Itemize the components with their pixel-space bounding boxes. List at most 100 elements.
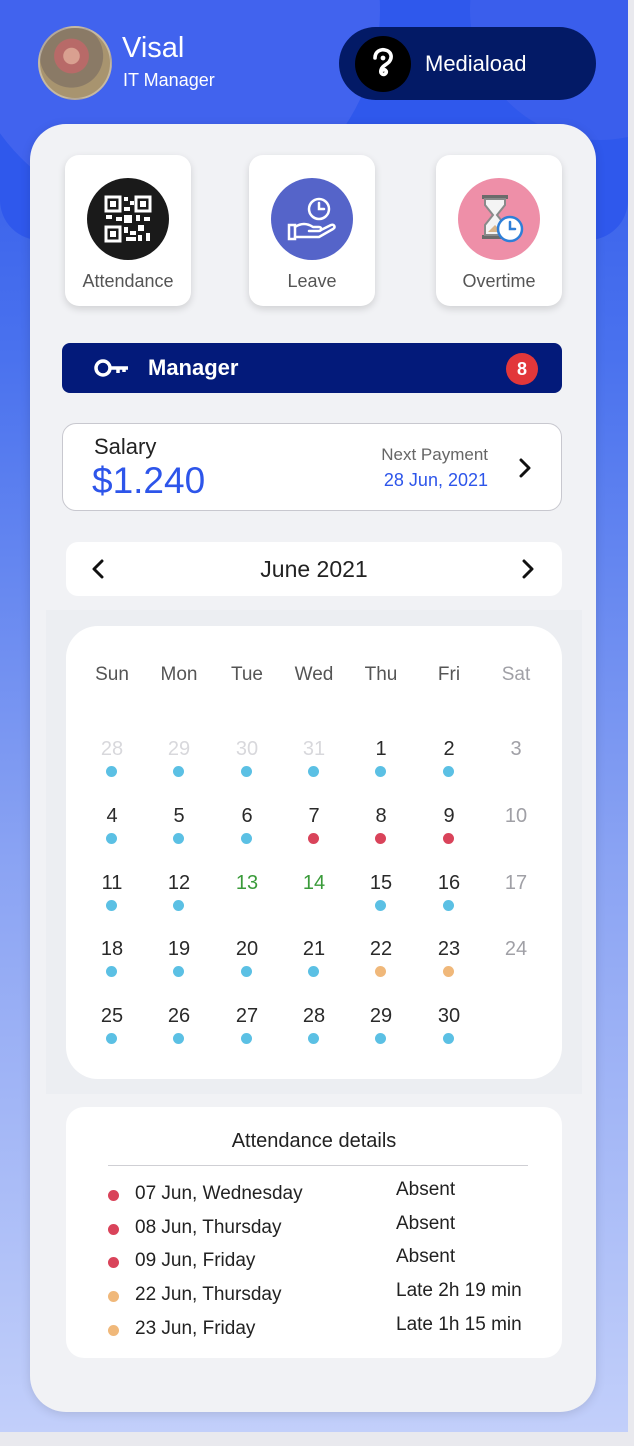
- next-payment-date: 28 Jun, 2021: [383, 470, 488, 490]
- attendance-detail-row[interactable]: 22 Jun, Thursday Late 2h 19 min: [108, 1280, 548, 1308]
- status-dot: [108, 1324, 119, 1336]
- calendar-day[interactable]: 18: [82, 938, 142, 961]
- calendar-day[interactable]: 14: [284, 872, 344, 895]
- organization-switcher[interactable]: Mediaload: [339, 27, 596, 100]
- calendar-day[interactable]: 26: [149, 1005, 209, 1028]
- detail-date: 09 Jun, Friday: [135, 1250, 256, 1272]
- attendance-status-dot: [308, 833, 319, 844]
- attendance-details-card: Attendance details 07 Jun, Wednesday Abse…: [66, 1107, 562, 1358]
- attendance-status-dot: [241, 766, 252, 777]
- calendar-day[interactable]: 20: [217, 938, 277, 961]
- salary-amount: $1.240: [92, 460, 206, 501]
- attendance-detail-row[interactable]: 07 Jun, Wednesday Absent: [108, 1179, 548, 1207]
- status-dot: [108, 1257, 119, 1269]
- attendance-label: Attendance: [82, 271, 174, 291]
- weekday-label: Wed: [294, 664, 334, 685]
- attendance-status-dot: [308, 966, 319, 977]
- attendance-status-dot: [173, 833, 184, 844]
- month-title: June 2021: [260, 556, 368, 582]
- overtime-button[interactable]: Overtime: [436, 155, 562, 306]
- calendar-day[interactable]: 19: [149, 938, 209, 961]
- hand-clock-icon: [271, 178, 353, 260]
- calendar-day[interactable]: 31: [284, 738, 344, 761]
- attendance-status-dot: [173, 1033, 184, 1044]
- weekday-label: Sun: [95, 664, 129, 685]
- weekday-label: Sat: [501, 664, 531, 685]
- calendar-day[interactable]: 7: [284, 805, 344, 828]
- calendar-day[interactable]: 27: [217, 1005, 277, 1028]
- calendar-day[interactable]: 12: [149, 872, 209, 895]
- detail-status: Absent: [396, 1246, 456, 1268]
- calendar-day[interactable]: 22: [351, 938, 411, 961]
- detail-status: Absent: [396, 1179, 456, 1200]
- attendance-detail-row[interactable]: 08 Jun, Thursday Absent: [108, 1213, 548, 1241]
- calendar-day[interactable]: 28: [82, 738, 142, 761]
- org-logo-icon: [355, 35, 411, 92]
- detail-date: 23 Jun, Friday: [135, 1317, 256, 1339]
- calendar-day[interactable]: 3: [486, 738, 546, 761]
- calendar-day[interactable]: 10: [486, 805, 546, 828]
- attendance-status-dot: [106, 833, 117, 844]
- org-name: Mediaload: [425, 50, 527, 76]
- attendance-status-dot: [106, 900, 117, 911]
- attendance-status-dot: [241, 966, 252, 977]
- month-selector: June 2021: [66, 542, 562, 596]
- calendar-day[interactable]: 21: [284, 938, 344, 961]
- calendar-day[interactable]: 30: [419, 1005, 479, 1028]
- attendance-status-dot: [443, 900, 454, 911]
- leave-button[interactable]: Leave: [249, 155, 375, 306]
- weekday-label: Mon: [160, 664, 198, 685]
- attendance-status-dot: [375, 766, 386, 777]
- divider: [108, 1165, 528, 1166]
- calendar-day[interactable]: 6: [217, 805, 277, 828]
- chevron-right-icon[interactable]: [519, 458, 531, 483]
- calendar-day[interactable]: 29: [149, 738, 209, 761]
- avatar[interactable]: [38, 26, 112, 100]
- detail-date: 07 Jun, Wednesday: [135, 1183, 303, 1204]
- attendance-status-dot: [443, 833, 454, 844]
- calendar-day[interactable]: 23: [419, 938, 479, 961]
- status-dot: [108, 1291, 119, 1303]
- detail-date: 08 Jun, Thursday: [135, 1216, 282, 1238]
- attendance-status-dot: [443, 1033, 454, 1044]
- calendar-day[interactable]: 16: [419, 872, 479, 895]
- leave-label: Leave: [287, 271, 337, 291]
- weekday-label: Thu: [364, 664, 398, 685]
- calendar-day[interactable]: 8: [351, 805, 411, 828]
- attendance-details-title: Attendance details: [231, 1130, 397, 1152]
- attendance-status-dot: [443, 966, 454, 977]
- calendar-day[interactable]: 9: [419, 805, 479, 828]
- calendar-day[interactable]: 28: [284, 1005, 344, 1028]
- calendar-day[interactable]: 4: [82, 805, 142, 828]
- detail-date: 22 Jun, Thursday: [135, 1284, 282, 1306]
- detail-status: Late 1h 15 min: [396, 1313, 522, 1335]
- attendance-button[interactable]: Attendance: [65, 155, 191, 306]
- salary-card[interactable]: Salary $1.240 Next Payment 28 Jun, 2021: [62, 423, 562, 511]
- attendance-detail-row[interactable]: 23 Jun, Friday Late 1h 15 min: [108, 1314, 548, 1342]
- manager-button[interactable]: Manager 8: [62, 343, 562, 393]
- manager-label: Manager: [148, 355, 239, 380]
- calendar-day[interactable]: 5: [149, 805, 209, 828]
- calendar-day[interactable]: 1: [351, 738, 411, 761]
- calendar-day[interactable]: 13: [217, 872, 277, 895]
- chevron-right-icon[interactable]: [522, 559, 534, 584]
- calendar-day[interactable]: 2: [419, 738, 479, 761]
- calendar-day[interactable]: 25: [82, 1005, 142, 1028]
- calendar-day[interactable]: 29: [351, 1005, 411, 1028]
- attendance-status-dot: [308, 766, 319, 777]
- attendance-status-dot: [375, 1033, 386, 1044]
- calendar-day[interactable]: 30: [217, 738, 277, 761]
- attendance-status-dot: [375, 966, 386, 977]
- calendar-day[interactable]: 11: [82, 872, 142, 895]
- calendar-day[interactable]: 24: [486, 938, 546, 961]
- calendar-day[interactable]: 17: [486, 872, 546, 895]
- salary-label: Salary: [94, 434, 157, 459]
- attendance-status-dot: [375, 900, 386, 911]
- attendance-status-dot: [241, 833, 252, 844]
- calendar-day[interactable]: 15: [351, 872, 411, 895]
- attendance-detail-row[interactable]: 09 Jun, Friday Absent: [108, 1246, 548, 1274]
- attendance-status-dot: [241, 1033, 252, 1044]
- attendance-status-dot: [375, 833, 386, 844]
- attendance-status-dot: [173, 966, 184, 977]
- attendance-status-dot: [173, 900, 184, 911]
